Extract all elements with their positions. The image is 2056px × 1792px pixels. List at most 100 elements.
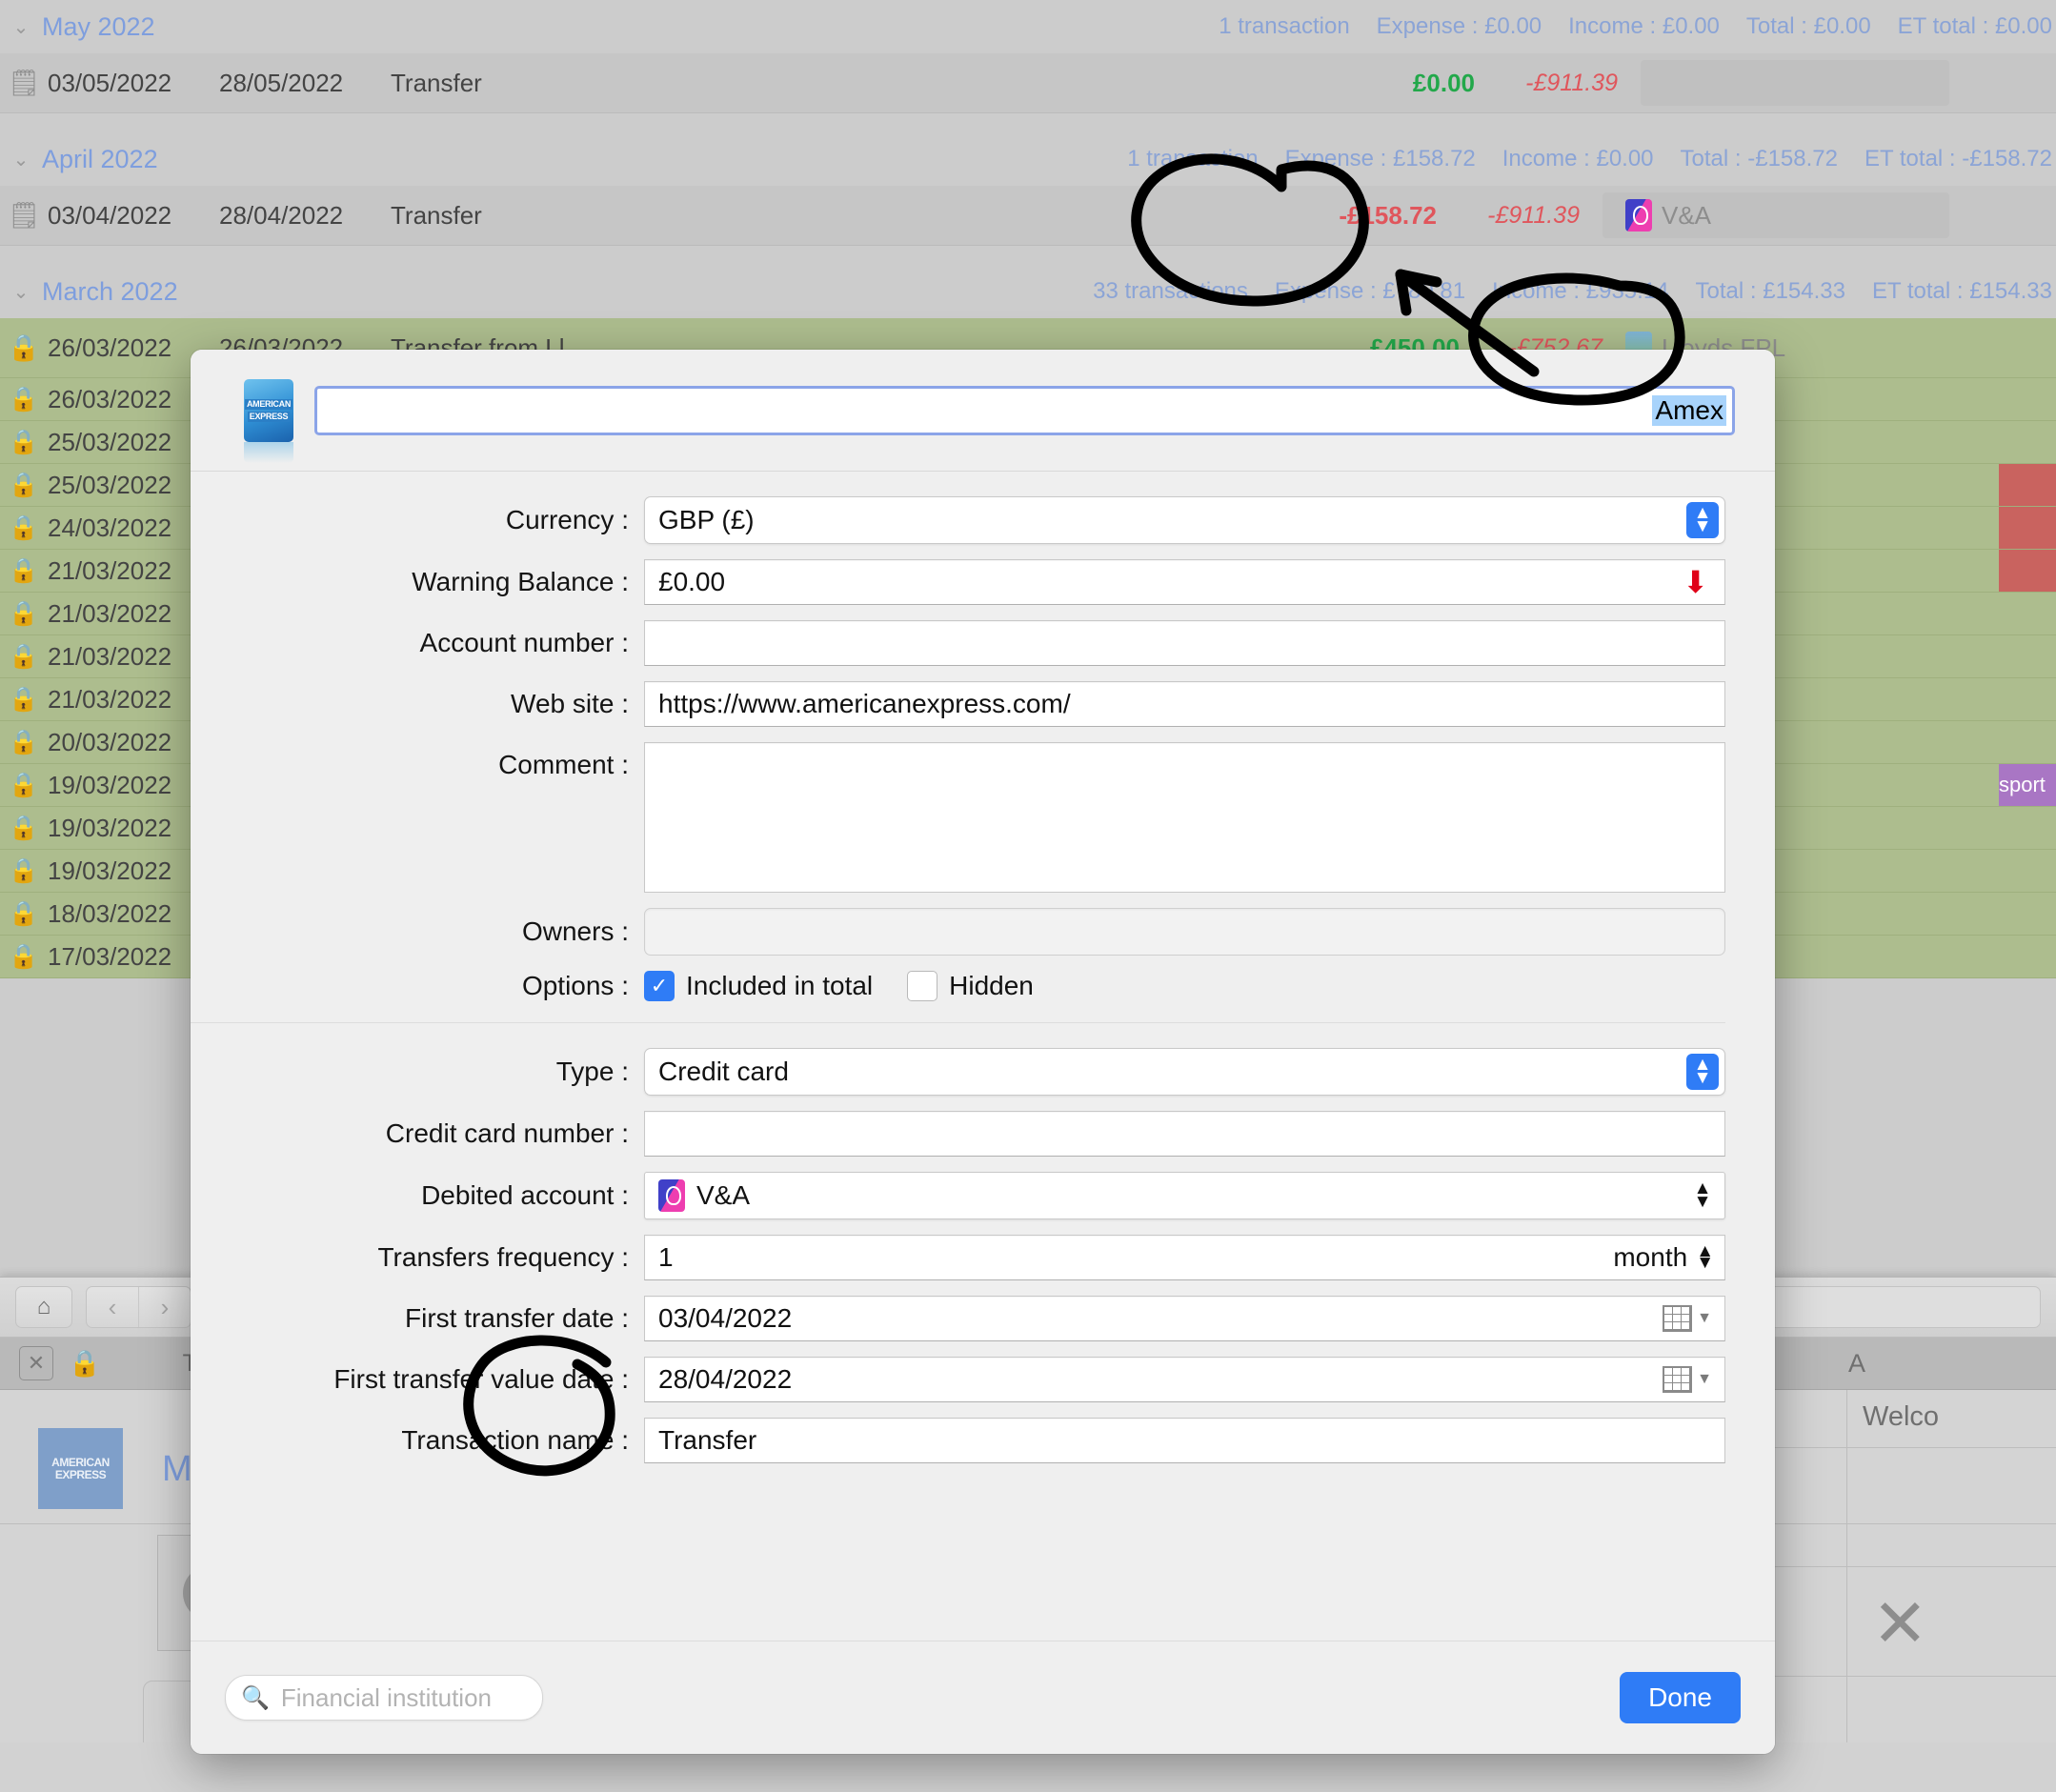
category-color-chip [1999,550,2056,592]
warning-balance-input[interactable]: £0.00 ⬇ [644,559,1725,605]
month-label: March 2022 [42,276,178,306]
transaction-name-input[interactable]: Transfer [644,1418,1725,1463]
close-x-icon[interactable]: ✕ [1872,1590,1928,1657]
lock-icon: 🔒 [9,599,39,627]
type-select[interactable]: Credit card ▲ ▼ [644,1048,1725,1096]
navigation-buttons[interactable]: ‹ › [86,1286,191,1328]
row-name: Transfer [391,200,482,230]
first-transfer-value-date-input[interactable]: 28/04/2022 ▼ [644,1357,1725,1402]
chevron-updown-icon[interactable]: ▲ ▼ [1686,1054,1719,1090]
chevron-down-icon[interactable]: ⌄ [0,280,42,304]
account-settings-sheet: AMERICAN EXPRESS Amex Currency : GBP (£) … [191,350,1775,1754]
category-color-chip [1999,593,2056,634]
back-icon[interactable]: ‹ [87,1287,138,1327]
month-summary: 33 transactions Expense : £780.81 Income… [1093,265,2056,318]
checkbox-checked-icon[interactable]: ✓ [644,971,675,1001]
currency-value: GBP (£) [658,505,755,534]
comment-textarea[interactable] [644,742,1725,893]
chevron-down-icon[interactable]: ⌄ [0,15,42,39]
transfers-frequency-unit: month [1613,1242,1688,1272]
option-hidden-label: Hidden [949,971,1034,1000]
chevron-down-icon[interactable]: ▼ [1697,1371,1712,1388]
chevron-updown-icon[interactable]: ▲ ▼ [1696,1242,1714,1271]
lock-icon: 🔒 [9,428,39,455]
row-balance: -£911.39 [1525,69,1618,96]
account-badge-va-icon [1625,199,1652,232]
field-options: Options : ✓ Included in total Hidden [191,971,1725,1001]
calendar-picker-button[interactable]: ▼ [1663,1366,1712,1393]
scheduled-icon: 🗒 [7,201,41,230]
row-account-label: V&A [1662,200,1712,230]
home-icon[interactable]: ⌂ [15,1286,72,1328]
search-icon: 🔍 [241,1684,270,1711]
account-number-input[interactable] [644,620,1725,666]
category-color-chip [1999,378,2056,420]
account-badge-va-icon [658,1179,685,1212]
website-input[interactable]: https://www.americanexpress.com/ [644,681,1725,727]
category-color-chip [1999,678,2056,720]
lock-icon: 🔒 [8,333,40,362]
credit-card-number-label: Credit card number : [385,1118,629,1148]
field-debited-account: Debited account : V&A ▲ ▼ [191,1172,1725,1219]
row-balance: -£911.39 [1487,201,1580,229]
currency-select[interactable]: GBP (£) ▲ ▼ [644,496,1725,544]
account-name-input[interactable]: Amex [314,385,1735,435]
month-header-march[interactable]: ⌄ March 2022 33 transactions Expense : £… [0,265,2056,318]
first-transfer-date-input[interactable]: 03/04/2022 ▼ [644,1296,1725,1341]
table-row[interactable]: 🗒 03/05/2022 28/05/2022 Transfer £0.00 -… [0,53,2056,113]
owners-input[interactable] [644,908,1725,956]
month-summary: 1 transaction Expense : £158.72 Income :… [1127,132,2056,186]
credit-card-number-input[interactable] [644,1111,1725,1157]
row-account: V&A [1602,192,1949,238]
down-arrow-icon: ⬇ [1683,565,1708,599]
transfers-frequency-input[interactable]: 1 month ▲ ▼ [644,1235,1725,1280]
calendar-icon [1663,1366,1693,1393]
category-color-chip [1999,850,2056,892]
lock-icon: 🔒 [9,899,39,927]
table-row[interactable]: 🗒 03/04/2022 28/04/2022 Transfer -£158.7… [0,186,2056,246]
month-transaction-count: 33 transactions [1093,278,1248,304]
amex-card-icon: AMERICAN EXPRESS [244,378,293,463]
row-value-date: 28/05/2022 [219,68,344,97]
first-transfer-date-label: First transfer date : [405,1303,629,1333]
month-total: Total : -£158.72 [1680,146,1838,171]
debited-account-label: Debited account : [421,1180,629,1210]
forward-icon[interactable]: › [138,1287,191,1327]
chevron-updown-icon[interactable]: ▲ ▼ [1686,502,1719,538]
month-transaction-count: 1 transaction [1219,13,1350,39]
done-button[interactable]: Done [1620,1672,1741,1723]
search-placeholder: Financial institution [280,1682,493,1712]
sheet-form: Currency : GBP (£) ▲ ▼ Warning Balance : … [191,472,1775,1488]
option-hidden[interactable]: Hidden [907,971,1034,1001]
account-name-value: Amex [1652,394,1726,426]
field-transaction-name: Transaction name : Transfer [191,1418,1725,1463]
month-header-may[interactable]: ⌄ May 2022 1 transaction Expense : £0.00… [0,0,2056,53]
financial-institution-search[interactable]: 🔍 Financial institution [225,1675,543,1721]
lock-icon: 🔒 [9,814,39,841]
category-color-chip [1999,893,2056,935]
debited-account-select[interactable]: V&A ▲ ▼ [644,1172,1725,1219]
chevron-updown-icon[interactable]: ▲ ▼ [1686,1178,1719,1214]
category-color-chip: sport [1999,764,2056,806]
chevron-down-icon[interactable]: ⌄ [0,148,42,171]
category-color-chip [1999,464,2056,506]
close-icon[interactable]: ✕ [19,1346,53,1380]
row-account [1641,60,1949,106]
month-header-april[interactable]: ⌄ April 2022 1 transaction Expense : £15… [0,132,2056,186]
chevron-down-icon[interactable]: ▼ [1697,1310,1712,1327]
type-value: Credit card [658,1057,789,1086]
type-label: Type : [555,1057,629,1086]
transfers-frequency-unit-select[interactable]: month ▲ ▼ [1613,1242,1714,1273]
calendar-picker-button[interactable]: ▼ [1663,1305,1712,1332]
lock-icon: 🔒 [9,513,39,541]
month-total: Total : £0.00 [1745,13,1871,39]
checkbox-unchecked-icon[interactable] [907,971,938,1001]
field-account-number: Account number : [191,620,1725,666]
field-comment: Comment : [191,742,1725,893]
lock-icon: 🔒 [9,556,39,584]
currency-label: Currency : [505,505,629,534]
lock-icon: 🔒 [9,942,39,970]
option-included-in-total[interactable]: ✓ Included in total [644,971,873,1001]
field-transfers-frequency: Transfers frequency : 1 month ▲ ▼ [191,1235,1725,1280]
row-value-date: 28/04/2022 [219,200,344,230]
